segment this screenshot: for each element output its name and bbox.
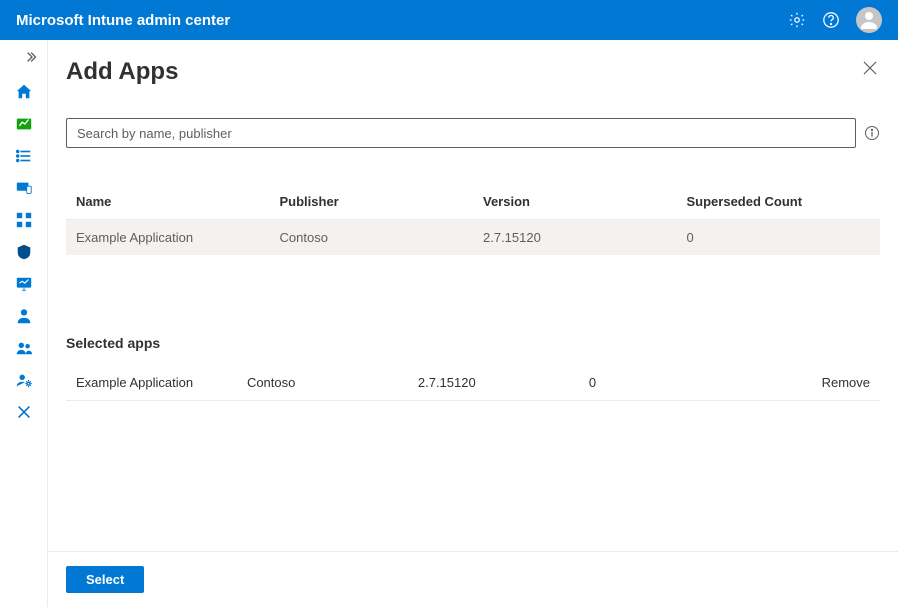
list-icon[interactable] [13,145,35,167]
info-icon[interactable] [864,125,880,141]
app-title: Microsoft Intune admin center [16,12,230,29]
help-icon[interactable] [822,11,840,29]
sel-cell-name: Example Application [66,365,237,401]
settings-icon[interactable] [788,11,806,29]
selected-apps-table: Example Application Contoso 2.7.15120 0 … [66,365,880,401]
sel-cell-superseded: 0 [579,365,774,401]
reports-icon[interactable] [13,273,35,295]
sel-cell-version: 2.7.15120 [408,365,579,401]
sidebar [0,40,48,607]
avatar[interactable] [856,7,882,33]
cell-name: Example Application [66,220,270,256]
page-title: Add Apps [66,58,178,86]
col-header-superseded[interactable]: Superseded Count [677,184,881,220]
col-header-name[interactable]: Name [66,184,270,220]
select-button[interactable]: Select [66,566,144,593]
topbar-actions [788,7,882,33]
search-input[interactable] [66,118,856,148]
footer: Select [48,551,898,607]
dashboard-icon[interactable] [13,113,35,135]
table-row[interactable]: Example Application Contoso 2.7.15120 0 [66,220,880,256]
topbar: Microsoft Intune admin center [0,0,898,40]
remove-link[interactable]: Remove [774,365,880,401]
col-header-version[interactable]: Version [473,184,677,220]
sidebar-expand-icon[interactable] [17,46,47,71]
close-icon[interactable] [860,58,880,78]
home-icon[interactable] [13,81,35,103]
tenant-admin-icon[interactable] [13,369,35,391]
troubleshoot-icon[interactable] [13,401,35,423]
col-header-publisher[interactable]: Publisher [270,184,474,220]
main-panel: Add Apps Name Publisher Version Supersed… [48,40,898,607]
cell-publisher: Contoso [270,220,474,256]
users-icon[interactable] [13,305,35,327]
security-icon[interactable] [13,241,35,263]
cell-version: 2.7.15120 [473,220,677,256]
selected-row: Example Application Contoso 2.7.15120 0 … [66,365,880,401]
selected-apps-title: Selected apps [66,335,880,351]
devices-icon[interactable] [13,177,35,199]
apps-icon[interactable] [13,209,35,231]
groups-icon[interactable] [13,337,35,359]
cell-superseded: 0 [677,220,881,256]
sel-cell-publisher: Contoso [237,365,408,401]
results-table: Name Publisher Version Superseded Count … [66,184,880,255]
